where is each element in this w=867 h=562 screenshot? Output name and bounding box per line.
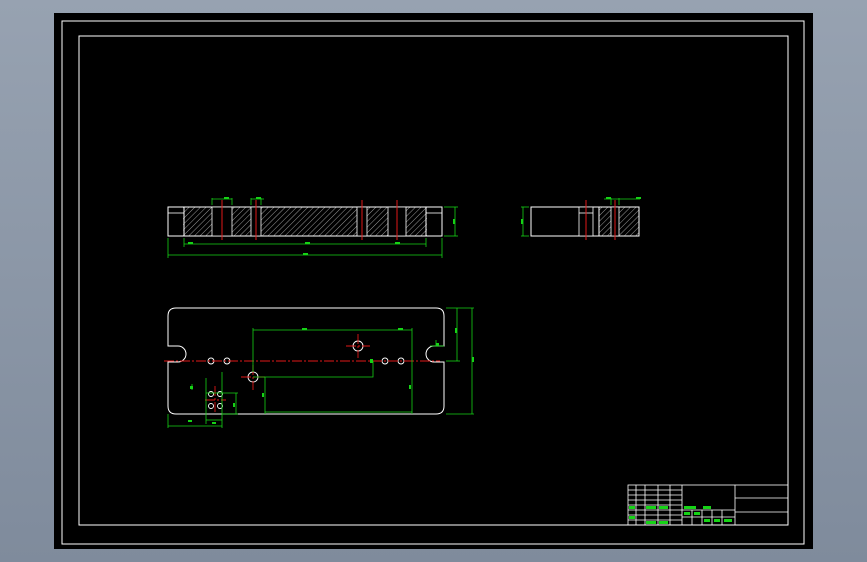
title-block <box>627 484 789 526</box>
cad-drawing-canvas[interactable] <box>0 0 867 562</box>
outer-border <box>61 20 805 545</box>
inner-border <box>78 35 789 526</box>
side-section-view <box>521 197 641 240</box>
cad-viewport[interactable] <box>0 0 867 562</box>
front-section-view <box>167 197 458 258</box>
plan-view <box>164 307 474 428</box>
